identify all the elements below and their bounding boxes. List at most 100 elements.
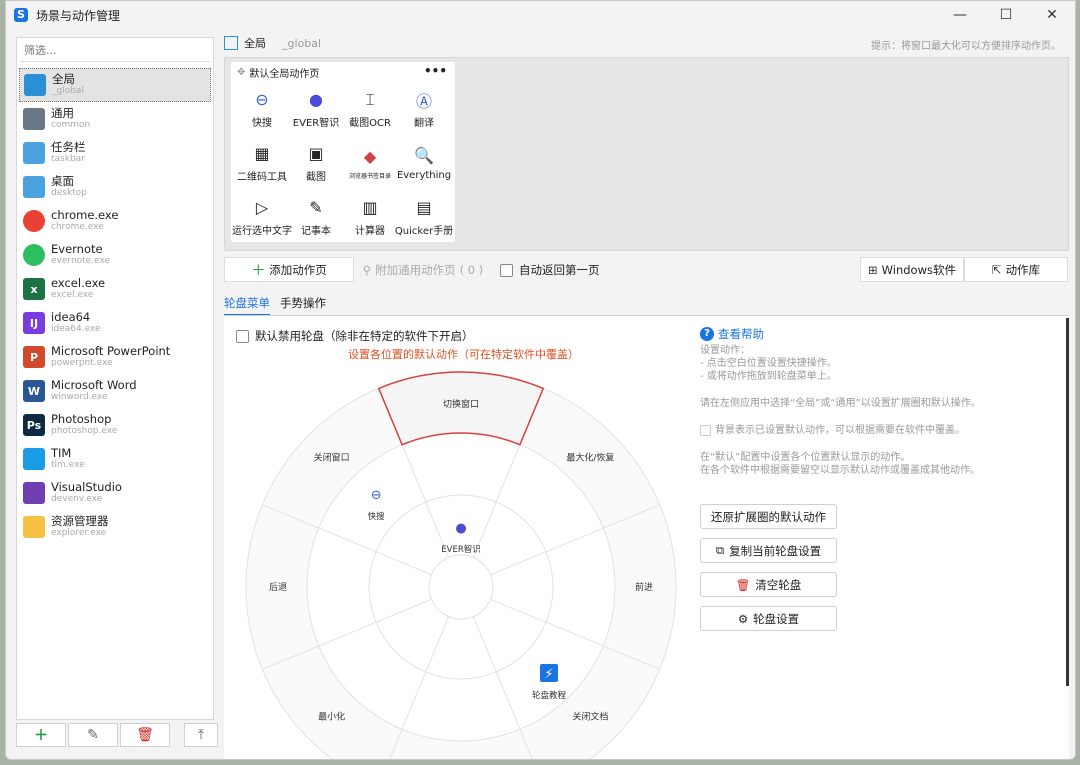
- copy-wheel-button[interactable]: ⧉ 复制当前轮盘设置: [700, 538, 837, 563]
- action-item[interactable]: ▤ Quicker手册: [394, 190, 454, 244]
- help-box: ? 查看帮助 设置动作： - 点击空白位置设置快捷操作。 - 或将动作拖放到轮盘…: [700, 326, 1030, 477]
- app-id: winword.exe: [51, 392, 108, 402]
- app-item[interactable]: Evernote evernote.exe: [19, 238, 211, 272]
- bookmark-icon: ◆: [363, 147, 377, 166]
- attach-icon: ⚲: [362, 262, 372, 277]
- minimize-button[interactable]: —: [937, 1, 983, 29]
- evernote-icon: [23, 244, 45, 266]
- wheel-outer-label[interactable]: 最大化/恢复: [566, 452, 614, 464]
- arrow-up-icon: ⤒: [197, 727, 205, 743]
- attach-page-label: 附加通用动作页: [375, 262, 456, 277]
- action-item[interactable]: ◆ 浏览器书签目录: [343, 136, 397, 190]
- notepad-icon: ✎: [309, 198, 323, 217]
- app-item[interactable]: TIM tim.exe: [19, 442, 211, 476]
- action-item[interactable]: ● EVER智识: [289, 82, 343, 136]
- move-handle-icon[interactable]: ✥: [237, 67, 245, 78]
- app-id: photoshop.exe: [51, 426, 118, 436]
- translate-icon: Ⓐ: [415, 91, 432, 111]
- close-button[interactable]: ✕: [1029, 1, 1075, 29]
- auto-return-label: 自动返回第一页: [519, 263, 600, 277]
- tab-wheel-menu[interactable]: 轮盘菜单: [224, 295, 270, 316]
- action-item[interactable]: ▦ 二维码工具: [235, 136, 289, 190]
- move-top-button[interactable]: ⤒: [184, 723, 218, 747]
- wheel-outer-label[interactable]: 关闭文档: [572, 710, 608, 722]
- app-id: excel.exe: [51, 290, 94, 300]
- question-icon: ?: [700, 327, 714, 341]
- app-name: VisualStudio: [51, 480, 122, 494]
- wheel-outer-label[interactable]: 后退: [269, 582, 287, 593]
- app-item[interactable]: IJ idea64 idea64.exe: [19, 306, 211, 340]
- windows-apps-button[interactable]: ⊞ Windows软件: [860, 257, 964, 282]
- app-item[interactable]: x excel.exe excel.exe: [19, 272, 211, 306]
- maximize-button[interactable]: ☐: [983, 1, 1029, 29]
- action-label: 浏览器书签目录: [348, 172, 391, 180]
- delete-app-button[interactable]: 🗑: [120, 723, 170, 747]
- wheel-inner-label[interactable]: 轮盘教程: [532, 690, 567, 701]
- action-label: EVER智识: [292, 117, 340, 129]
- page-menu-button[interactable]: •••: [424, 64, 447, 78]
- grid-icon: [24, 74, 46, 96]
- action-label: 计算器: [355, 225, 385, 237]
- breadcrumb: 全局 _global: [224, 35, 321, 51]
- app-name: 全局: [52, 72, 75, 86]
- app-id: explorer.exe: [51, 528, 107, 538]
- action-item[interactable]: ▣ 截图: [289, 136, 343, 190]
- action-label: Quicker手册: [394, 225, 454, 237]
- add-page-button[interactable]: ＋ 添加动作页: [224, 257, 354, 282]
- action-pages-area[interactable]: ✥ 默认全局动作页 ••• ⊖ 快搜 ● EVER智识 ⌶ 截图OCR Ⓐ 翻译 ▦ 二维码工具 ▣…: [224, 57, 1069, 251]
- tiles-icon: [23, 108, 45, 130]
- page-toolbar: ＋ 添加动作页 ⚲ 附加通用动作页 ( 0 ) 自动返回第一页 ⊞ Window…: [224, 257, 1069, 282]
- add-app-button[interactable]: ＋: [16, 723, 66, 747]
- run-icon: ▷: [255, 198, 269, 217]
- wheel-outer-label[interactable]: 切换窗口: [443, 398, 479, 410]
- app-item[interactable]: 桌面 desktop: [19, 170, 211, 204]
- edit-app-button[interactable]: ✎: [68, 723, 118, 747]
- clear-wheel-button[interactable]: 🗑 清空轮盘: [700, 572, 837, 597]
- action-item[interactable]: ▥ 计算器: [343, 190, 397, 244]
- action-library-button[interactable]: ⇱ 动作库: [964, 257, 1068, 282]
- filter-input[interactable]: [20, 40, 210, 62]
- tab-gestures[interactable]: 手势操作: [280, 295, 326, 316]
- window-title: 场景与动作管理: [36, 8, 121, 23]
- action-label: 二维码工具: [237, 171, 287, 183]
- ever-icon: ●: [309, 90, 323, 109]
- app-item[interactable]: 通用 common: [19, 102, 211, 136]
- app-id: desktop: [51, 188, 87, 198]
- app-item[interactable]: W Microsoft Word winword.exe: [19, 374, 211, 408]
- action-item[interactable]: ⊖ 快搜: [235, 82, 289, 136]
- wheel-inner-label[interactable]: 快搜: [368, 511, 386, 522]
- wheel-diagram: 切换窗口最大化/恢复前进关闭文档 最小化 后退 关闭窗口 ⊖ 快搜 ● EVER智识 ⚡ 轮盘教程: [245, 371, 677, 759]
- app-item[interactable]: 任务栏 taskbar: [19, 136, 211, 170]
- windows-apps-label: Windows软件: [881, 262, 956, 277]
- restore-default-button[interactable]: 还原扩展圈的默认动作: [700, 504, 837, 529]
- action-page[interactable]: ✥ 默认全局动作页 ••• ⊖ 快搜 ● EVER智识 ⌶ 截图OCR Ⓐ 翻译 ▦ 二维码工具 ▣…: [231, 62, 455, 242]
- wheel-outer-label[interactable]: 前进: [635, 581, 653, 593]
- app-logo-icon: S: [14, 8, 28, 22]
- action-item[interactable]: ▷ 运行选中文字: [232, 190, 292, 244]
- help-link[interactable]: ? 查看帮助: [700, 326, 1030, 342]
- app-item[interactable]: Ps Photoshop photoshop.exe: [19, 408, 211, 442]
- external-link-icon: ⇱: [991, 262, 1002, 277]
- scrollbar[interactable]: [1066, 318, 1069, 686]
- wheel-inner-label[interactable]: EVER智识: [441, 544, 480, 555]
- app-item[interactable]: chrome.exe chrome.exe: [19, 204, 211, 238]
- app-name: 任务栏: [51, 140, 86, 154]
- app-item[interactable]: 全局 _global: [19, 68, 211, 102]
- auto-return-checkbox[interactable]: [500, 263, 513, 277]
- attach-page-button[interactable]: ⚲ 附加通用动作页 ( 0 ): [358, 257, 488, 282]
- wheel-ring: [306, 432, 616, 742]
- qrcode-icon: ▦: [254, 144, 270, 163]
- help-para: 在“默认”配置中设置各个位置默认显示的动作。: [700, 452, 911, 463]
- visualstudio-icon: [23, 482, 45, 504]
- wheel-outer-label[interactable]: 关闭窗口: [314, 452, 350, 464]
- action-item[interactable]: Ⓐ 翻译: [397, 82, 451, 136]
- help-line: 设置动作：: [700, 345, 750, 356]
- app-item[interactable]: P Microsoft PowerPoint powerpnt.exe: [19, 340, 211, 374]
- action-item[interactable]: ⌶ 截图OCR: [343, 82, 397, 136]
- wheel-outer-label[interactable]: 最小化: [318, 710, 345, 722]
- app-item[interactable]: 资源管理器 explorer.exe: [19, 510, 211, 544]
- wheel-settings-button[interactable]: ⚙ 轮盘设置: [700, 606, 837, 631]
- app-item[interactable]: VisualStudio devenv.exe: [19, 476, 211, 510]
- action-item[interactable]: 🔍 Everything: [397, 136, 451, 190]
- action-item[interactable]: ✎ 记事本: [289, 190, 343, 244]
